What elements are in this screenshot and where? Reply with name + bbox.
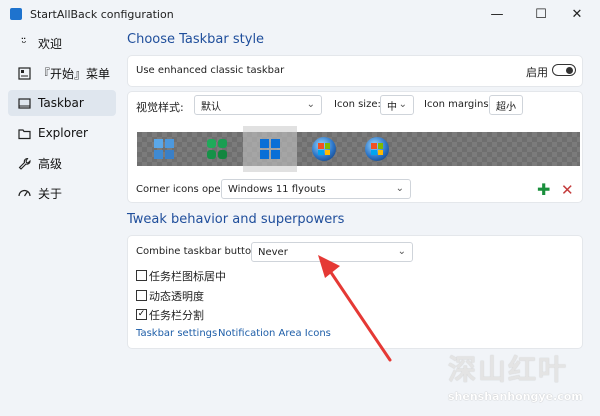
watermark-logo: 深山红叶 xyxy=(448,353,569,386)
watermark-url: shenshanhongye.com xyxy=(448,390,583,403)
app-window: StartAllBack configuration — ☐ ✕ ᵕ̈ 欢迎 『… xyxy=(0,0,600,416)
